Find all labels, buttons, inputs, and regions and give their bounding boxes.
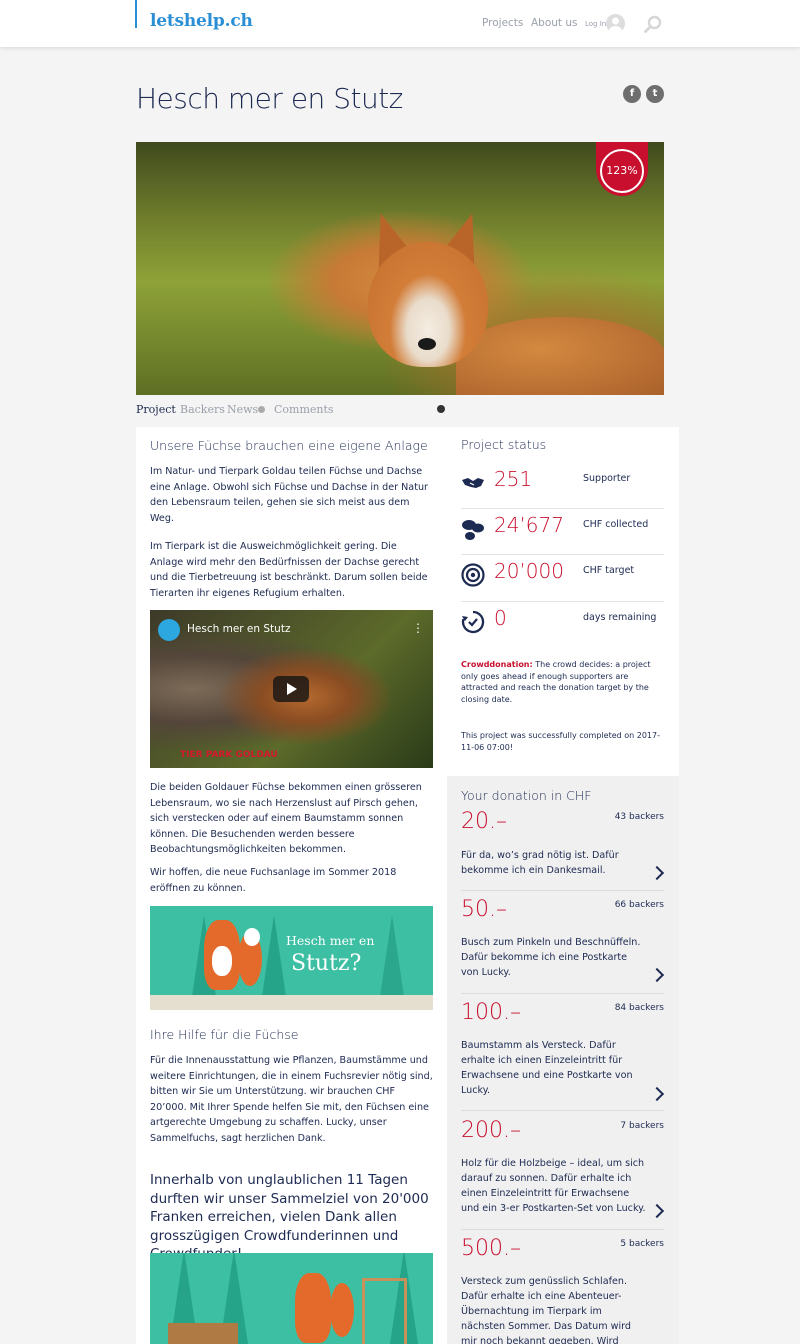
illustration-text-line2: Stutz? bbox=[291, 951, 362, 976]
paragraph-intro: Im Natur- und Tierpark Goldau teilen Füc… bbox=[150, 466, 428, 524]
reward-backers: 7 backers bbox=[620, 1121, 664, 1131]
stat-value: 251 bbox=[494, 467, 533, 491]
nav-projects[interactable]: Projects bbox=[482, 17, 523, 29]
wood-frame-shape bbox=[362, 1278, 407, 1344]
reward-description: Baumstamm als Versteck. Dafür erhalte ic… bbox=[461, 1040, 633, 1096]
channel-avatar-icon bbox=[158, 619, 180, 641]
funding-percent: 123% bbox=[600, 149, 644, 193]
logo-accent-bar bbox=[135, 0, 137, 28]
tab-backers[interactable]: Backers bbox=[180, 403, 225, 416]
project-status-heading: Project status bbox=[461, 437, 547, 452]
chevron-right-icon[interactable] bbox=[649, 865, 665, 881]
stat-label: CHF target bbox=[583, 565, 635, 576]
page-title: Hesch mer en Stutz bbox=[136, 82, 403, 115]
reward-backers: 84 backers bbox=[614, 1003, 664, 1013]
section-heading-anlage: Unsere Füchse brauchen eine eigene Anlag… bbox=[150, 438, 428, 453]
celebration-illustration bbox=[150, 1253, 433, 1344]
stutz-illustration: Hesch mer en Stutz? bbox=[150, 906, 433, 1010]
fox-tail-shape bbox=[330, 1283, 354, 1337]
nav-about-us[interactable]: About us bbox=[531, 17, 578, 29]
paragraph-ausweich: Im Tierpark ist die Ausweichmöglichkeit … bbox=[150, 541, 428, 599]
reward-item[interactable]: 100.– 84 backers Baumstamm als Versteck.… bbox=[461, 1000, 665, 1111]
coins-icon bbox=[461, 517, 485, 541]
crowddonation-label: Crowddonation: bbox=[461, 660, 533, 669]
reward-amount: 100.– bbox=[461, 1000, 521, 1025]
wood-crate-shape bbox=[168, 1323, 238, 1344]
reward-amount: 200.– bbox=[461, 1118, 521, 1143]
paragraph-hoffnung: Wir hoffen, die neue Fuchsanlage im Somm… bbox=[150, 867, 397, 894]
stat-supporter: 251 Supporter bbox=[461, 463, 664, 509]
ground-shape bbox=[150, 995, 433, 1010]
chevron-right-icon[interactable] bbox=[649, 1086, 665, 1102]
section-heading-hilfe: Ihre Hilfe für die Füchse bbox=[150, 1027, 299, 1042]
fox-mascot-shape bbox=[295, 1273, 331, 1343]
reward-amount: 500.– bbox=[461, 1236, 521, 1261]
fox-belly-shape bbox=[212, 946, 232, 976]
completion-message: This project was successfully completed … bbox=[461, 731, 660, 752]
reward-item[interactable]: 20.– 43 backers Für da, wo’s grad nötig … bbox=[461, 809, 665, 891]
reward-description: Versteck zum genüsslich Schlafen. Dafür … bbox=[461, 1276, 632, 1344]
stat-days: 0 days remaining bbox=[461, 602, 664, 649]
target-icon bbox=[461, 563, 485, 587]
twitter-share-icon[interactable]: t bbox=[646, 85, 664, 103]
handshake-icon bbox=[461, 471, 485, 495]
stat-label: Supporter bbox=[583, 473, 631, 484]
play-button[interactable] bbox=[273, 676, 309, 702]
fox-body-shape bbox=[456, 317, 664, 395]
fox-nose-shape bbox=[418, 338, 436, 350]
video-title[interactable]: Hesch mer en Stutz bbox=[187, 623, 290, 635]
stat-label: days remaining bbox=[583, 612, 657, 623]
reward-description: Für da, wo’s grad nötig ist. Dafür bekom… bbox=[461, 850, 619, 876]
paragraph-lebensraum: Die beiden Goldauer Füchse bekommen eine… bbox=[150, 782, 422, 855]
login-link[interactable]: Log In bbox=[585, 20, 606, 28]
stat-label: CHF collected bbox=[583, 519, 649, 530]
tab-news[interactable]: News bbox=[227, 403, 258, 416]
facebook-share-icon[interactable]: f bbox=[623, 85, 641, 103]
reward-amount: 20.– bbox=[461, 809, 507, 834]
reward-description: Holz für die Holzbeige – ideal, um sich … bbox=[461, 1158, 646, 1214]
user-avatar-icon[interactable] bbox=[606, 14, 625, 33]
paragraph-hilfe: Für die Innenausstattung wie Pflanzen, B… bbox=[150, 1055, 433, 1144]
reward-item[interactable]: 50.– 66 backers Busch zum Pinkeln und Be… bbox=[461, 897, 665, 994]
stat-collected: 24’677 CHF collected bbox=[461, 509, 664, 555]
site-header: letshelp.ch Projects About us Log In bbox=[0, 0, 800, 47]
search-icon[interactable] bbox=[643, 14, 663, 34]
illustration-text-line1: Hesch mer en bbox=[286, 933, 375, 948]
stat-value: 0 bbox=[494, 606, 507, 630]
donation-heading: Your donation in CHF bbox=[461, 788, 592, 803]
clock-icon bbox=[461, 610, 485, 634]
reward-backers: 66 backers bbox=[614, 900, 664, 910]
reward-amount: 50.– bbox=[461, 897, 507, 922]
stat-value: 20’000 bbox=[494, 559, 564, 583]
reward-item[interactable]: 500.– 5 backers Versteck zum genüsslich … bbox=[461, 1236, 664, 1344]
site-logo[interactable]: letshelp.ch bbox=[150, 11, 253, 31]
news-count-badge bbox=[258, 406, 265, 413]
success-message: Innerhalb von unglaublichen 11 Tagen dur… bbox=[150, 1172, 429, 1262]
reward-item[interactable]: 200.– 7 backers Holz für die Holzbeige –… bbox=[461, 1118, 665, 1230]
fox-tail-tip-shape bbox=[244, 928, 260, 946]
tab-comments[interactable]: Comments bbox=[274, 403, 334, 416]
hero-image bbox=[136, 142, 664, 395]
chevron-right-icon[interactable] bbox=[649, 1203, 665, 1219]
crowddonation-note: Crowddonation: The crowd decides: a proj… bbox=[461, 659, 661, 705]
stat-value: 24’677 bbox=[494, 513, 564, 537]
reward-description: Busch zum Pinkeln und Beschnüffeln. Dafü… bbox=[461, 937, 641, 978]
reward-backers: 43 backers bbox=[614, 812, 664, 822]
video-watermark: TIER PARK GOLDAU bbox=[180, 750, 278, 760]
video-player[interactable]: Hesch mer en Stutz ⋮ TIER PARK GOLDAU bbox=[150, 610, 433, 768]
eye-icon bbox=[437, 405, 445, 413]
tab-project[interactable]: Project bbox=[136, 403, 176, 416]
video-menu-icon[interactable]: ⋮ bbox=[412, 621, 424, 635]
stat-target: 20’000 CHF target bbox=[461, 555, 664, 602]
reward-backers: 5 backers bbox=[620, 1239, 664, 1249]
chevron-right-icon[interactable] bbox=[649, 967, 665, 983]
